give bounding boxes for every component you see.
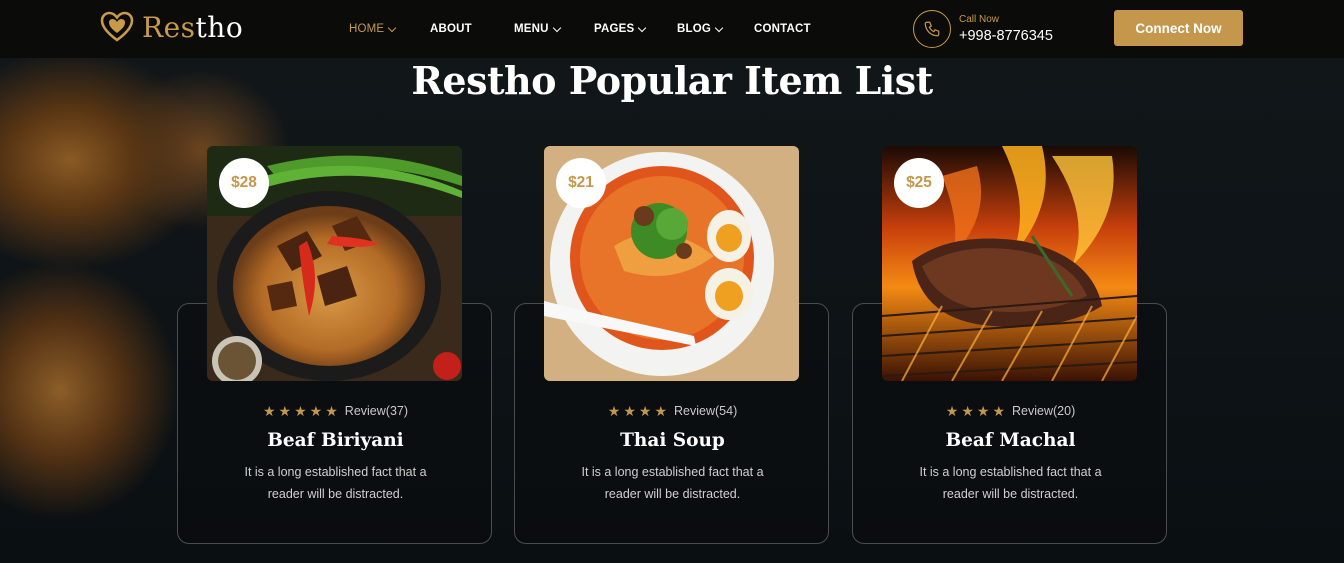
nav-item-contact[interactable]: CONTACT (754, 23, 811, 35)
review-count: Review(20) (1012, 404, 1076, 418)
nav-item-label: MENU (514, 23, 549, 35)
card-body: ★ ★ ★ ★ Review(20) Beaf Machal It is a long… (853, 404, 1168, 505)
star-icon: ★ (992, 403, 1006, 419)
rating: ★ ★ ★ ★ Review(20) (853, 404, 1168, 418)
nav-item-about[interactable]: ABOUT (430, 23, 514, 35)
star-icon: ★ (278, 403, 292, 419)
nav-item-label: ABOUT (430, 23, 472, 35)
price-badge: $25 (894, 158, 944, 208)
nav-item-home[interactable]: HOME (349, 23, 430, 35)
card-title[interactable]: Beaf Machal (853, 430, 1168, 451)
star-icon: ★ (623, 403, 636, 419)
grilled-steak-photo[interactable]: $25 (882, 146, 1137, 381)
chevron-down-icon (714, 23, 724, 32)
star-icon: ★ (607, 403, 621, 419)
card-description: It is a long established fact that a rea… (919, 465, 1102, 501)
connect-now-button[interactable]: Connect Now (1114, 10, 1243, 46)
review-count: Review(54) (674, 404, 738, 418)
call-phone-number[interactable]: +998-8776345 (959, 28, 1053, 44)
chevron-down-icon (638, 23, 647, 32)
chevron-down-icon (552, 23, 561, 32)
phone-icon (913, 10, 951, 48)
call-now-label: Call Now (959, 14, 1000, 25)
nav-item-pages[interactable]: PAGES (594, 23, 677, 35)
star-icon: ★ (309, 403, 323, 419)
card-description: It is a long established fact that a rea… (581, 465, 764, 501)
nav-item-label: PAGES (594, 23, 635, 35)
nav-item-label: CONTACT (754, 23, 811, 35)
biriyani-photo[interactable]: $28 (207, 146, 462, 381)
site-header: Restho HOME ABOUT MENU PAGES BLOG CONTAC… (0, 0, 1344, 58)
section-title: Restho Popular Item List (411, 58, 933, 103)
card-body: ★ ★ ★ ★ Review(54) Thai Soup It is a long e… (515, 404, 830, 505)
star-icon: ★ (945, 403, 959, 419)
rating: ★ ★ ★ ★ ★ Review(37) (178, 404, 493, 418)
star-icon: ★ (976, 403, 990, 419)
star-icon: ★ (961, 403, 974, 419)
price-badge: $21 (556, 158, 606, 208)
nav-item-menu[interactable]: MENU (514, 23, 594, 35)
main-nav: HOME ABOUT MENU PAGES BLOG CONTACT (349, 0, 811, 58)
site-logo[interactable]: Restho (100, 10, 243, 44)
heart-logo-icon (100, 11, 134, 42)
star-icon: ★ (325, 403, 338, 419)
chevron-down-icon (388, 23, 397, 32)
card-title[interactable]: Thai Soup (515, 430, 830, 451)
logo-wordmark: Restho (142, 10, 244, 44)
price-badge: $28 (219, 158, 269, 208)
call-now[interactable]: Call Now +998-8776345 (913, 10, 1053, 48)
thai-soup-photo[interactable]: $21 (544, 146, 799, 381)
nav-item-blog[interactable]: BLOG (677, 23, 754, 35)
card-body: ★ ★ ★ ★ ★ Review(37) Beaf Biriyani It is a l… (178, 404, 493, 505)
nav-item-label: BLOG (677, 23, 712, 35)
card-description: It is a long established fact that a rea… (244, 465, 427, 501)
star-icon: ★ (262, 403, 276, 419)
star-icon: ★ (638, 403, 652, 419)
nav-item-label: HOME (349, 23, 385, 35)
card-title[interactable]: Beaf Biriyani (178, 430, 493, 451)
rating: ★ ★ ★ ★ Review(54) (515, 404, 830, 418)
review-count: Review(37) (344, 404, 409, 418)
star-icon: ★ (294, 403, 307, 419)
star-icon: ★ (654, 403, 668, 419)
